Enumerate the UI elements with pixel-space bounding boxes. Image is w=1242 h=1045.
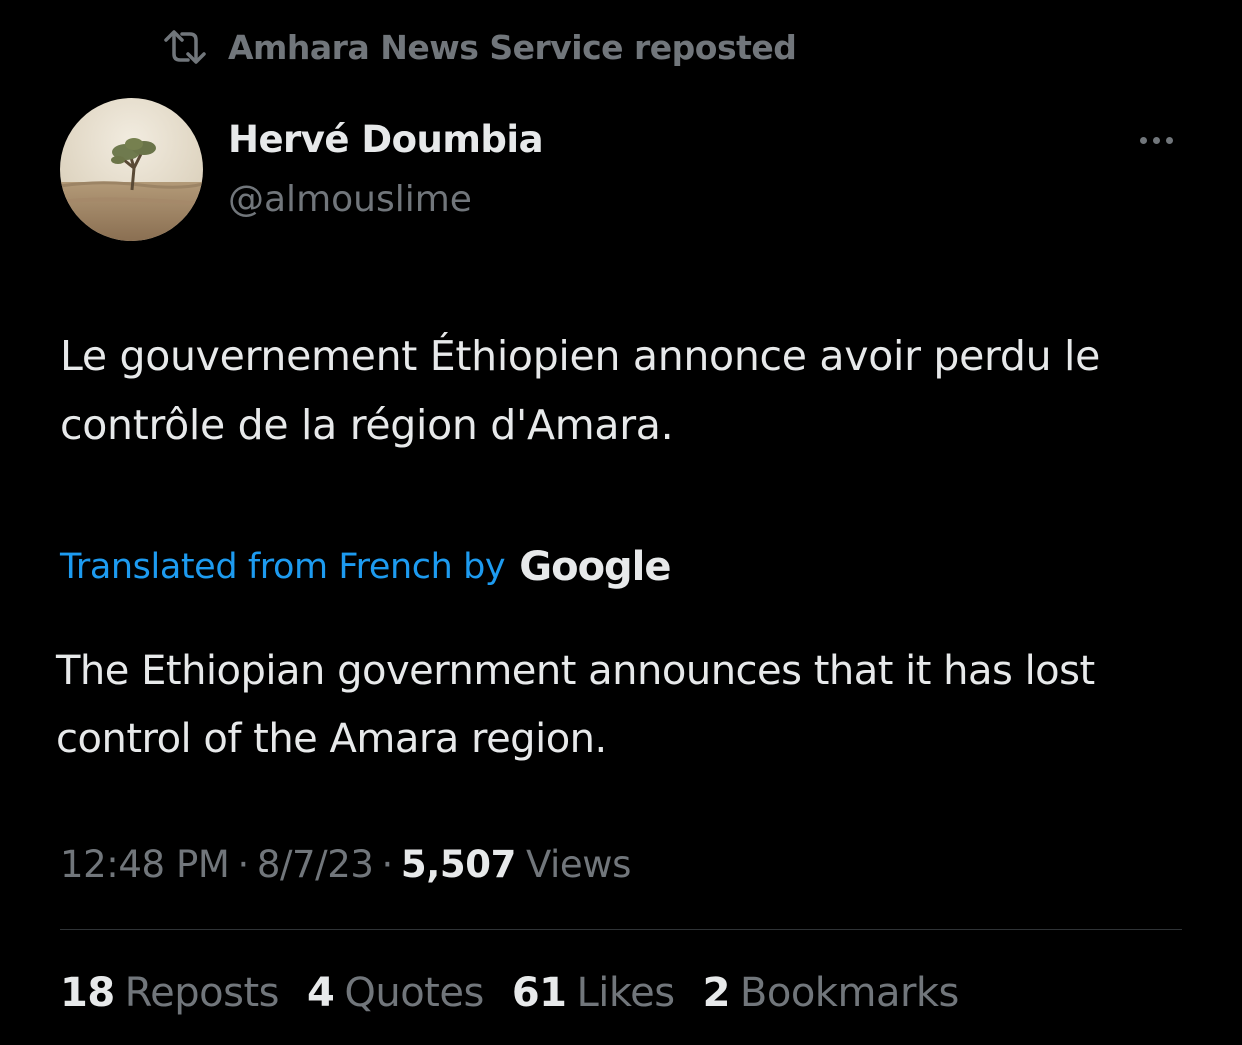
author-name[interactable]: Hervé Doumbia (228, 112, 544, 168)
translation-link[interactable]: Translated from French by (60, 547, 506, 587)
author-handle[interactable]: @almouslime (228, 172, 543, 228)
repost-banner-text: Amhara News Service reposted (228, 27, 797, 67)
google-logo: Google (519, 544, 671, 590)
stat-label: Bookmarks (739, 970, 959, 1016)
tweet-time[interactable]: 12:48 PM (60, 843, 230, 886)
translation-attribution: Translated from French by Google (60, 538, 672, 596)
more-horizontal-icon (1139, 136, 1147, 144)
author-block[interactable]: Hervé Doumbia @almouslime (228, 112, 544, 228)
more-horizontal-icon-dot (1152, 136, 1160, 144)
stat-count: 61 (511, 970, 567, 1016)
stat-count: 2 (702, 970, 731, 1016)
stat-count: 4 (307, 970, 335, 1016)
tweet-meta: 12:48 PM · 8/7/23 · 5,507 Views (60, 835, 631, 893)
more-options-button[interactable] (1128, 120, 1184, 160)
engagement-stats: 18 Reposts 4 Quotes 61 Likes 2 Bookmarks (60, 963, 987, 1023)
repost-icon (160, 27, 210, 67)
stat-label: Likes (576, 970, 675, 1016)
meta-separator: · (381, 842, 394, 886)
stat-count: 18 (60, 970, 115, 1016)
stat-reposts[interactable]: 18 Reposts (60, 970, 280, 1016)
more-horizontal-icon-dot (1165, 136, 1173, 144)
stat-label: Reposts (124, 970, 280, 1016)
views-count: 5,507 (400, 842, 516, 886)
stat-likes[interactable]: 61 Likes (512, 970, 675, 1016)
avatar[interactable] (60, 98, 203, 241)
views-label: Views (525, 842, 632, 886)
stat-label: Quotes (344, 970, 484, 1016)
repost-banner[interactable]: Amhara News Service reposted (160, 22, 797, 72)
stat-bookmarks[interactable]: 2 Bookmarks (702, 970, 960, 1016)
tweet-original-text: Le gouvernement Éthiopien annonce avoir … (60, 332, 1101, 449)
tweet-translated-text: The Ethiopian government announces that … (56, 648, 1095, 762)
divider (60, 929, 1182, 930)
meta-separator: · (237, 842, 249, 886)
stat-quotes[interactable]: 4 Quotes (307, 970, 484, 1016)
tweet-date[interactable]: 8/7/23 (257, 843, 374, 886)
